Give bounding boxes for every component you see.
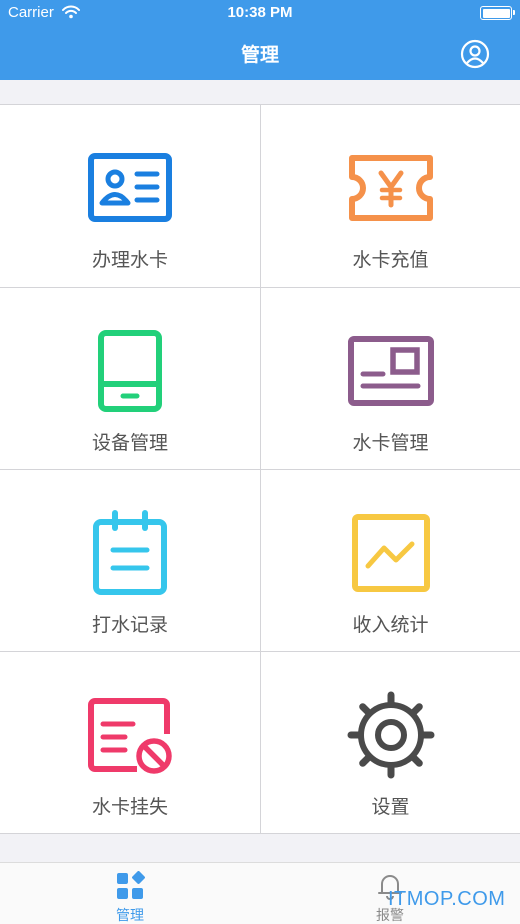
watermark: ITMOP.COM xyxy=(388,888,506,910)
menu-item-label: 设备管理 xyxy=(91,432,168,454)
menu-item-settings[interactable]: 设置 xyxy=(260,651,520,833)
user-circle-icon[interactable] xyxy=(460,39,490,69)
menu-item-income-stats[interactable]: 收入统计 xyxy=(260,469,520,651)
menu-item-device-manage[interactable]: 设备管理 xyxy=(0,287,260,469)
tab-label: 管理 xyxy=(116,908,144,924)
menu-item-label: 打水记录 xyxy=(91,614,168,636)
menu-item-issue-card[interactable]: 办理水卡 xyxy=(0,105,260,287)
status-time: 10:38 PM xyxy=(227,4,293,21)
menu-item-label: 水卡管理 xyxy=(352,432,429,454)
tab-manage[interactable]: 管理 xyxy=(0,863,260,924)
card-block-icon xyxy=(88,698,172,774)
menu-item-label: 办理水卡 xyxy=(91,249,168,271)
status-bar: Carrier 10:38 PM xyxy=(0,0,520,26)
menu-item-label: 水卡充值 xyxy=(352,249,429,271)
menu-item-label: 收入统计 xyxy=(352,614,429,636)
gear-icon xyxy=(347,691,435,779)
menu-item-water-records[interactable]: 打水记录 xyxy=(0,469,260,651)
menu-item-recharge-card[interactable]: 水卡充值 xyxy=(260,105,520,287)
menu-grid: 办理水卡 水卡充值 设备管理 水卡管理 打水记录 收入统计 水卡挂失 设置 xyxy=(0,104,520,834)
grid-icon xyxy=(117,871,145,899)
yen-ticket-icon xyxy=(349,155,433,221)
id-card-icon xyxy=(88,153,172,222)
page-title: 管理 xyxy=(240,44,279,66)
card-manage-icon xyxy=(348,336,434,406)
tablet-icon xyxy=(98,330,162,412)
menu-item-label: 水卡挂失 xyxy=(91,796,168,818)
menu-item-report-lost[interactable]: 水卡挂失 xyxy=(0,651,260,833)
battery-icon xyxy=(480,6,515,20)
calendar-record-icon xyxy=(93,510,167,595)
trend-chart-icon xyxy=(352,514,430,592)
menu-item-label: 设置 xyxy=(371,796,410,818)
app-header: Carrier 10:38 PM 管理 xyxy=(0,0,520,80)
menu-item-card-manage[interactable]: 水卡管理 xyxy=(260,287,520,469)
